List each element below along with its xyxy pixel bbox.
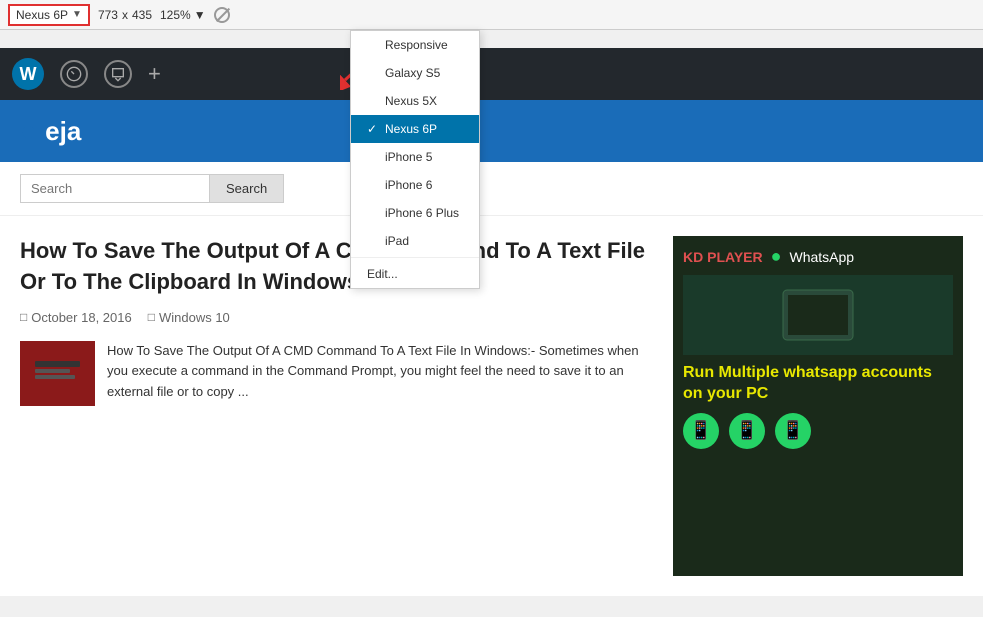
- article-title: How To Save The Output Of A CMD Command …: [20, 236, 653, 298]
- admin-bar: W +: [0, 48, 983, 100]
- ad-content: KD PLAYER ● WhatsApp Run Multiple whatsa…: [673, 236, 963, 459]
- dropdown-item-galaxy-s5[interactable]: Galaxy S5: [351, 59, 479, 87]
- article-category-meta: □ Windows 10: [148, 310, 230, 325]
- folder-icon: □: [148, 310, 155, 324]
- dropdown-label-ipad: iPad: [385, 234, 409, 248]
- article-meta: □ October 18, 2016 □ Windows 10: [20, 310, 653, 325]
- dropdown-arrow-icon: ▼: [72, 9, 82, 20]
- device-selector-label: Nexus 6P: [16, 8, 68, 22]
- comment-icon: [110, 66, 126, 82]
- dropdown-item-iphone-6-plus[interactable]: iPhone 6 Plus: [351, 199, 479, 227]
- dropdown-item-responsive[interactable]: Responsive: [351, 31, 479, 59]
- dropdown-item-nexus-6p[interactable]: ✓ Nexus 6P: [351, 115, 479, 143]
- no-capture-icon: [214, 7, 230, 23]
- search-button[interactable]: Search: [210, 174, 284, 203]
- calendar-icon: □: [20, 310, 27, 324]
- dropdown-label-nexus-6p: Nexus 6P: [385, 122, 437, 136]
- ldplayer-logo: KD PLAYER: [683, 249, 763, 265]
- check-mark-ipad: [367, 234, 379, 248]
- dropdown-item-nexus-5x[interactable]: Nexus 5X: [351, 87, 479, 115]
- ad-logos: KD PLAYER ● WhatsApp: [683, 246, 953, 267]
- wp-logo-text: W: [20, 64, 37, 85]
- check-mark-iphone-5: [367, 150, 379, 164]
- thumbnail-image: [30, 351, 85, 396]
- whatsapp-circle-3: 📱: [775, 413, 811, 449]
- whatsapp-phone-icon-2: 📱: [736, 420, 758, 441]
- check-mark-iphone-6: [367, 178, 379, 192]
- article-preview-text: How To Save The Output Of A CMD Command …: [107, 341, 653, 406]
- add-new-button[interactable]: +: [148, 63, 161, 86]
- dropdown-edit-label: Edit...: [367, 267, 398, 281]
- main-content: How To Save The Output Of A CMD Command …: [0, 216, 983, 596]
- zoom-value: 125%: [160, 8, 191, 22]
- device-dropdown-menu: Responsive Galaxy S5 Nexus 5X ✓ Nexus 6P…: [350, 30, 480, 289]
- x-separator: x: [122, 8, 128, 22]
- check-mark-iphone-6-plus: [367, 206, 379, 220]
- comment-icon-button[interactable]: [104, 60, 132, 88]
- dropdown-item-iphone-5[interactable]: iPhone 5: [351, 143, 479, 171]
- dimensions-display: 773 x 435: [98, 8, 152, 22]
- article-date-meta: □ October 18, 2016: [20, 310, 132, 325]
- gauge-icon-button[interactable]: [60, 60, 88, 88]
- search-bar-area: Search: [0, 162, 983, 216]
- dropdown-label-iphone-6-plus: iPhone 6 Plus: [385, 206, 459, 220]
- top-toolbar: Nexus 6P ▼ 773 x 435 125% ▼: [0, 0, 983, 30]
- site-header: ● eja: [0, 100, 983, 162]
- article-thumbnail: [20, 341, 95, 406]
- dropdown-label-nexus-5x: Nexus 5X: [385, 94, 437, 108]
- dropdown-label-responsive: Responsive: [385, 38, 448, 52]
- check-mark-nexus-6p: ✓: [367, 122, 379, 136]
- tablet-icon: [778, 285, 858, 345]
- whatsapp-phone-icon-1: 📱: [690, 420, 712, 441]
- article-preview: How To Save The Output Of A CMD Command …: [20, 341, 653, 406]
- sidebar-advertisement: KD PLAYER ● WhatsApp Run Multiple whatsa…: [673, 236, 963, 576]
- dropdown-label-galaxy-s5: Galaxy S5: [385, 66, 440, 80]
- whatsapp-phone-icon-3: 📱: [782, 420, 804, 441]
- article-category: Windows 10: [159, 310, 230, 325]
- whatsapp-label: WhatsApp: [790, 249, 855, 265]
- ruler: [0, 30, 983, 48]
- wordpress-logo-icon[interactable]: W: [12, 58, 44, 90]
- dropdown-item-iphone-6[interactable]: iPhone 6: [351, 171, 479, 199]
- dropdown-label-iphone-5: iPhone 5: [385, 150, 432, 164]
- check-mark-responsive: [367, 38, 379, 52]
- article-date: October 18, 2016: [31, 310, 131, 325]
- gauge-icon: [66, 66, 82, 82]
- ad-device-image: [683, 275, 953, 355]
- check-mark-galaxy-s5: [367, 66, 379, 80]
- dropdown-item-edit[interactable]: Edit...: [351, 260, 479, 288]
- search-input[interactable]: [20, 174, 210, 203]
- plus-icon: +: [148, 61, 161, 86]
- article-section: How To Save The Output Of A CMD Command …: [20, 236, 673, 576]
- dropdown-divider: [351, 257, 479, 258]
- device-selector[interactable]: Nexus 6P ▼: [8, 4, 90, 26]
- dropdown-label-iphone-6: iPhone 6: [385, 178, 432, 192]
- width-value: 773: [98, 8, 118, 22]
- zoom-arrow-icon: ▼: [194, 8, 206, 22]
- whatsapp-icons-row: 📱 📱 📱: [683, 413, 953, 449]
- zoom-selector[interactable]: 125% ▼: [160, 8, 206, 22]
- whatsapp-circle-1: 📱: [683, 413, 719, 449]
- ad-headline: Run Multiple whatsapp accounts on your P…: [683, 363, 953, 405]
- check-mark-nexus-5x: [367, 94, 379, 108]
- site-title: ● eja: [20, 115, 81, 147]
- whatsapp-circle-2: 📱: [729, 413, 765, 449]
- whatsapp-icon: ●: [771, 246, 782, 267]
- dropdown-item-ipad[interactable]: iPad: [351, 227, 479, 255]
- height-value: 435: [132, 8, 152, 22]
